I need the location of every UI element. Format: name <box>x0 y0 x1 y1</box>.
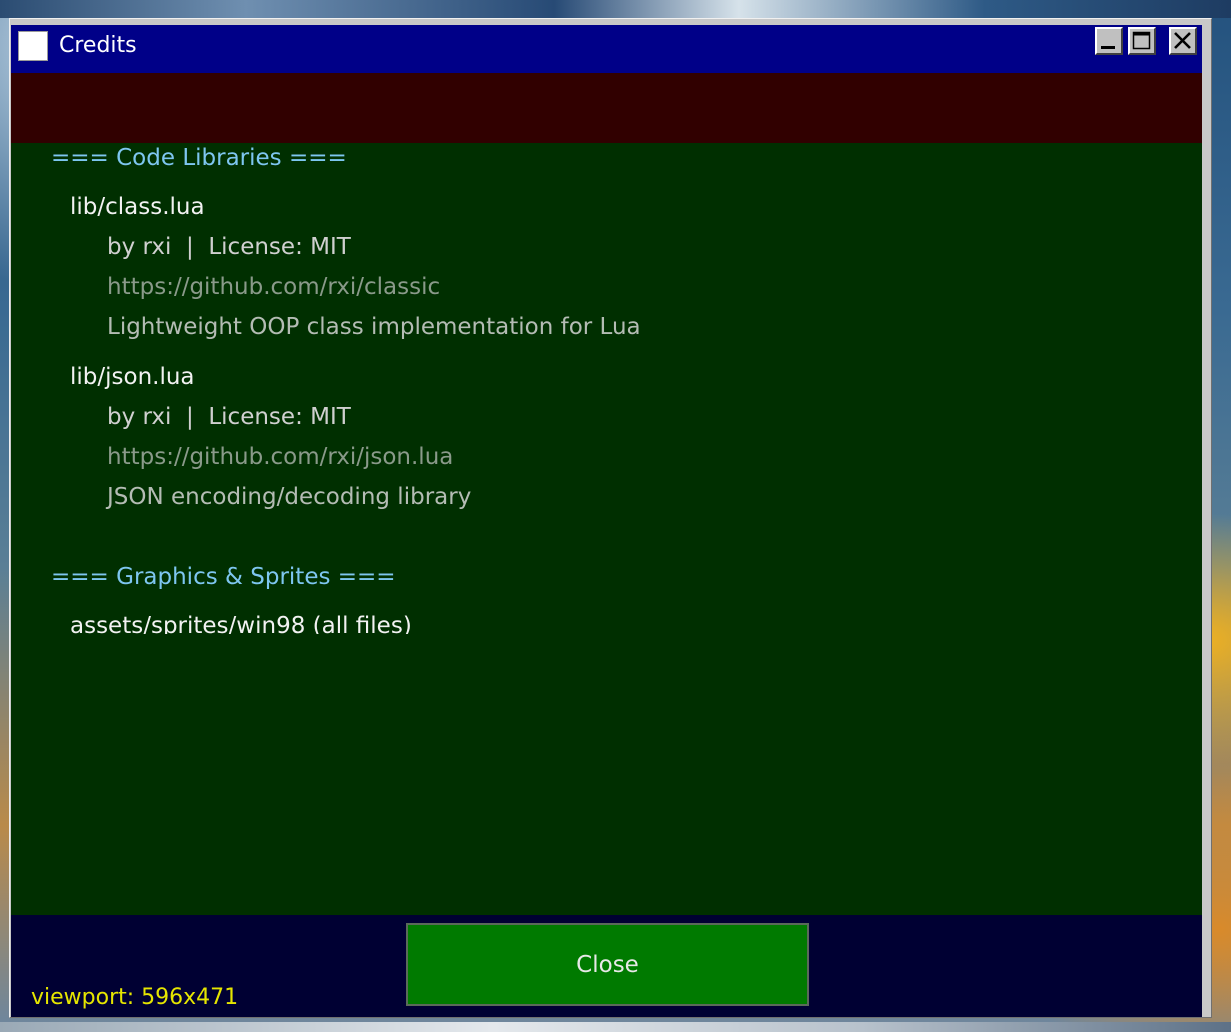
minimize-button[interactable] <box>1095 27 1123 55</box>
close-button[interactable]: Close <box>406 923 809 1006</box>
title-bar[interactable]: Credits <box>11 25 1202 73</box>
window-title: Credits <box>59 33 137 58</box>
library-description: JSON encoding/decoding library <box>107 484 472 510</box>
app-icon <box>18 31 48 61</box>
library-url[interactable]: https://github.com/rxi/classic <box>107 273 440 301</box>
close-window-button[interactable] <box>1169 27 1197 55</box>
graphics-item: assets/sprites/win98 (all files) <box>70 613 412 634</box>
minimize-icon <box>1101 46 1115 49</box>
credits-scroll-area[interactable]: === Code Libraries === lib/class.lua by … <box>11 143 1202 634</box>
header-band <box>11 73 1202 143</box>
library-name: lib/class.lua <box>70 194 205 220</box>
footer-bar: Close viewport: 596x471 <box>11 915 1202 1017</box>
maximize-button[interactable] <box>1128 27 1156 55</box>
library-description: Lightweight OOP class implementation for… <box>107 314 641 340</box>
desktop-background-top <box>0 0 1231 18</box>
viewport-readout: viewport: 596x471 <box>31 985 239 1010</box>
close-icon <box>1174 32 1191 49</box>
maximize-icon <box>1132 31 1151 50</box>
library-url[interactable]: https://github.com/rxi/json.lua <box>107 443 453 471</box>
library-author: by rxi | License: MIT <box>107 404 351 430</box>
credits-content[interactable]: === Code Libraries === lib/class.lua by … <box>11 143 1202 915</box>
section-heading-code-libraries: === Code Libraries === <box>51 145 347 171</box>
desktop-background-bottom <box>0 1022 1231 1032</box>
library-author: by rxi | License: MIT <box>107 234 351 260</box>
library-name: lib/json.lua <box>70 364 195 390</box>
credits-window: Credits === Code Libraries === lib/class… <box>9 18 1212 1018</box>
section-heading-graphics: === Graphics & Sprites === <box>51 564 396 590</box>
